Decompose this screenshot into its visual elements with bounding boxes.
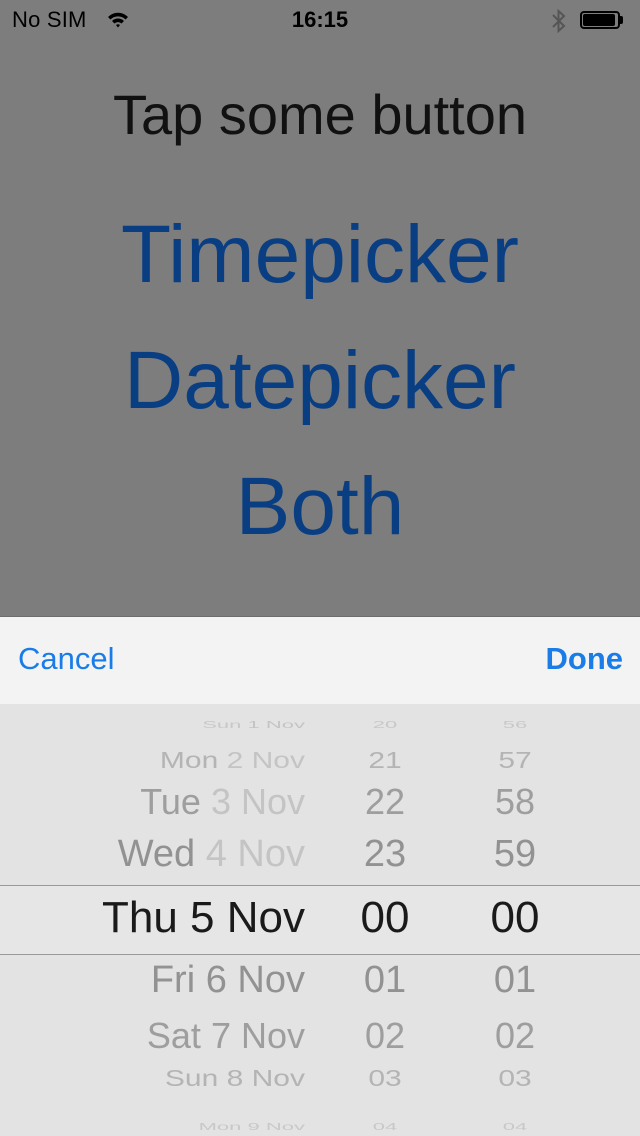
picker-daymonth: 3 Nov (210, 780, 305, 822)
status-time: 16:15 (291, 7, 349, 32)
picker-minute-cell: 58 (494, 780, 536, 822)
both-button[interactable]: Both (0, 460, 640, 554)
battery-icon (580, 11, 624, 29)
picker-daymonth: 2 Nov (226, 747, 305, 774)
picker-weekday: Mon (198, 1121, 242, 1133)
picker-row[interactable]: Mon 9 Nov 04 04 (0, 1121, 640, 1136)
picker-daymonth: 4 Nov (205, 833, 305, 876)
datepicker-button[interactable]: Datepicker (0, 334, 640, 428)
picker-daymonth: 7 Nov (210, 1014, 305, 1056)
picker-date-cell: Fri 6 Nov (151, 959, 305, 1002)
picker-minute-cell: 04 (502, 1121, 528, 1133)
timepicker-button[interactable]: Timepicker (0, 208, 640, 302)
picker-row[interactable]: Sat 7 Nov 02 02 (0, 1015, 640, 1065)
picker-date-cell: Thu 5 Nov (102, 893, 305, 943)
picker-toolbar: Cancel Done (0, 616, 640, 705)
picker-row-selected[interactable]: Thu 5 Nov 00 00 (0, 893, 640, 943)
picker-date-cell: Mon 2 Nov (160, 748, 305, 775)
picker-date-cell: Tue 3 Nov (140, 781, 305, 823)
page-title: Tap some button (112, 83, 528, 146)
bluetooth-icon (552, 8, 566, 34)
picker-minute-cell: 59 (493, 833, 537, 876)
picker-weekday: Sat (146, 1014, 201, 1056)
picker-hour-cell: 03 (368, 1065, 402, 1092)
picker-weekday: Sun (202, 719, 242, 731)
picker-daymonth: 1 Nov (247, 719, 305, 731)
picker-hour-cell: 22 (364, 780, 406, 822)
picker-weekday: Thu (101, 892, 178, 942)
picker-daymonth: 5 Nov (190, 892, 305, 942)
picker-date-cell: Sun 8 Nov (165, 1066, 305, 1093)
picker-date-cell: Mon 9 Nov (199, 1121, 305, 1133)
datetime-picker[interactable]: Sun 1 Nov 20 56 Mon 2 Nov 21 57 Tue 3 Nov 22 58 W… (0, 704, 640, 1136)
picker-hour-cell: 02 (364, 1014, 406, 1056)
picker-row[interactable]: Sun 1 Nov 20 56 (0, 719, 640, 742)
picker-weekday: Wed (117, 833, 196, 876)
picker-hour-cell: 00 (360, 892, 410, 942)
picker-minute-cell: 02 (494, 1014, 536, 1056)
picker-row[interactable]: Fri 6 Nov 01 01 (0, 959, 640, 1009)
picker-weekday: Sun (164, 1065, 219, 1092)
picker-row[interactable]: Sun 8 Nov 03 03 (0, 1066, 640, 1105)
picker-minute-cell: 57 (498, 747, 532, 774)
picker-daymonth: 9 Nov (247, 1121, 305, 1133)
status-bar: No SIM 16:15 (0, 0, 640, 40)
picker-hour-cell: 23 (363, 833, 407, 876)
picker-minute-cell: 03 (498, 1065, 532, 1092)
picker-minute-cell: 01 (493, 959, 537, 1002)
picker-hour-cell: 20 (372, 719, 398, 731)
cancel-button[interactable]: Cancel (18, 641, 115, 677)
picker-hour-cell: 21 (368, 747, 402, 774)
picker-minute-cell: 00 (490, 892, 540, 942)
picker-weekday: Fri (150, 959, 196, 1002)
picker-hour-cell: 04 (372, 1121, 398, 1133)
picker-hour-cell: 01 (363, 959, 407, 1002)
picker-date-cell: Sun 1 Nov (202, 719, 305, 731)
picker-weekday: Mon (159, 747, 219, 774)
picker-row[interactable]: Tue 3 Nov 22 58 (0, 781, 640, 831)
picker-date-cell: Sat 7 Nov (147, 1015, 305, 1057)
picker-minute-cell: 56 (502, 719, 528, 731)
picker-date-cell: Wed 4 Nov (118, 833, 305, 876)
picker-weekday: Tue (140, 780, 201, 822)
picker-row[interactable]: Wed 4 Nov 23 59 (0, 833, 640, 883)
done-button[interactable]: Done (546, 641, 624, 677)
picker-daymonth: 6 Nov (205, 959, 305, 1002)
picker-daymonth: 8 Nov (226, 1065, 305, 1092)
